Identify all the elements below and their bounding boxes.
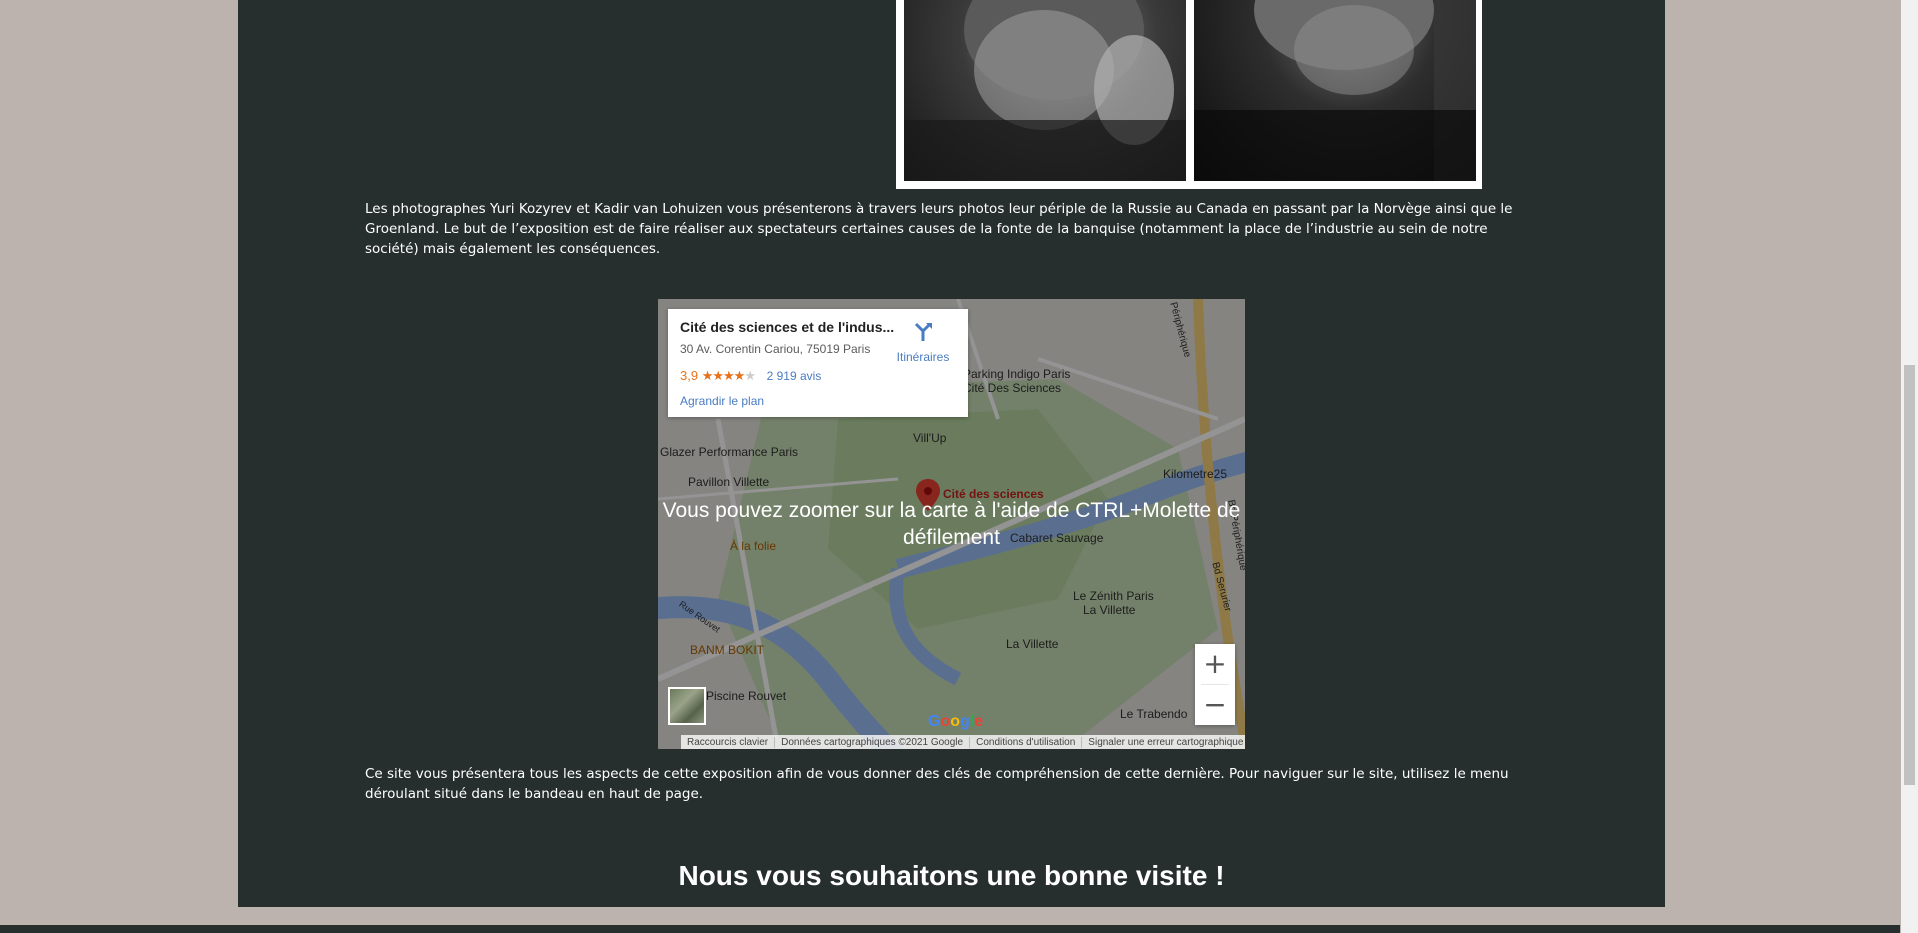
place-address: 30 Av. Corentin Cariou, 75019 Paris	[680, 342, 871, 356]
outro-paragraph: Ce site vous présentera tous les aspects…	[365, 766, 1509, 802]
directions-label: Itinéraires	[896, 350, 950, 364]
page-scrollbar[interactable]	[1901, 0, 1918, 933]
intro-paragraph: Les photographes Yuri Kozyrev et Kadir v…	[365, 201, 1513, 257]
zoom-out-button[interactable]: −	[1195, 685, 1235, 725]
place-name: Cité des sciences et de l'indus...	[680, 319, 895, 335]
closing-heading: Nous vous souhaitons une bonne visite !	[678, 860, 1225, 891]
terms-link[interactable]: Conditions d'utilisation	[969, 736, 1081, 748]
reviews-link[interactable]: 2 919 avis	[767, 369, 822, 383]
report-error-link[interactable]: Signaler une erreur cartographique	[1081, 736, 1245, 748]
keyboard-shortcuts-link[interactable]: Raccourcis clavier	[681, 737, 774, 748]
satellite-layer-toggle[interactable]	[668, 687, 706, 725]
google-map[interactable]: Parking Indigo Paris Cité Des Sciences V…	[658, 299, 1245, 749]
rating-stars: ★★★★★	[701, 368, 756, 383]
zoom-hint: Vous pouvez zoomer sur la carte à l'aide…	[662, 499, 1241, 549]
photo-yuri-kozyrev	[904, 0, 1186, 181]
zoom-in-button[interactable]: +	[1195, 644, 1235, 684]
rating-row: 3,9 ★★★★★ 2 919 avis	[680, 368, 821, 384]
enlarge-map-link[interactable]: Agrandir le plan	[680, 394, 764, 408]
map-footer: Raccourcis clavier Données cartographiqu…	[681, 735, 1245, 749]
photographers-photo	[896, 0, 1482, 189]
footer-strip	[0, 925, 1900, 933]
map-data-credit: Données cartographiques ©2021 Google	[774, 736, 969, 748]
directions-arrow-icon	[914, 322, 932, 341]
place-info-card: Cité des sciences et de l'indus... 30 Av…	[668, 309, 968, 417]
directions-button[interactable]: Itinéraires	[888, 321, 958, 364]
google-logo: Google	[928, 713, 984, 730]
zoom-controls: + −	[1195, 644, 1235, 725]
scrollbar-thumb[interactable]	[1904, 365, 1915, 785]
rating-value: 3,9	[680, 368, 699, 383]
photo-kadir-van-lohuizen	[1194, 0, 1476, 181]
